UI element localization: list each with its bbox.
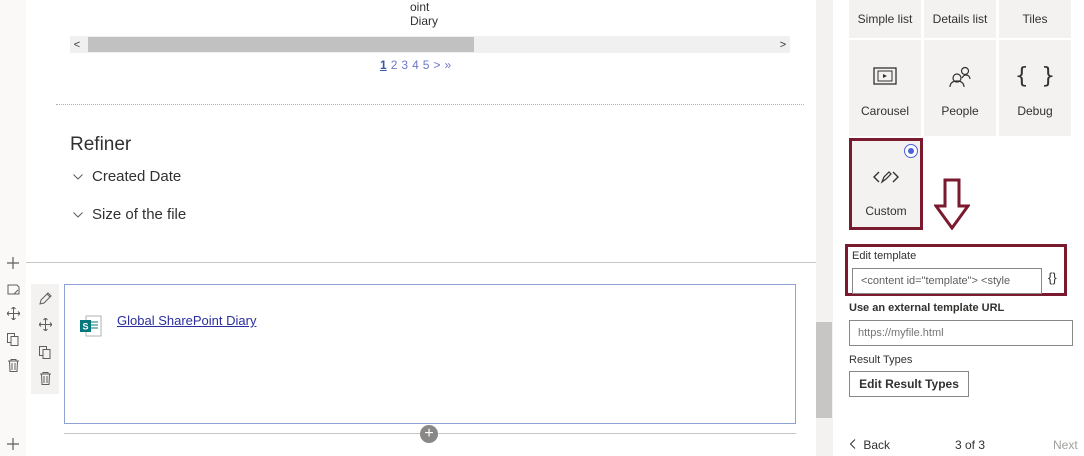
layout-label: People <box>941 104 979 118</box>
refiner-created-date[interactable]: Created Date <box>72 168 181 185</box>
vertical-scrollbar[interactable] <box>816 0 832 456</box>
layout-label: Carousel <box>860 104 910 118</box>
section-edit-icon[interactable] <box>5 281 21 297</box>
selected-radio <box>904 144 918 158</box>
page-count: 3 of 3 <box>955 438 986 452</box>
truncated-line-2: Diary <box>410 14 439 28</box>
braces-icon: { } <box>1015 64 1055 89</box>
move-icon[interactable] <box>5 305 21 321</box>
layout-tiles[interactable]: Tiles <box>999 0 1071 38</box>
page-link-4[interactable]: 4 <box>412 58 419 72</box>
chevron-down-icon <box>72 171 84 183</box>
add-webpart-button[interactable]: + <box>420 425 438 443</box>
section-separator <box>26 262 832 263</box>
back-button[interactable]: Back <box>849 438 890 452</box>
external-template-label: Use an external template URL <box>849 302 1005 314</box>
webpart-toolbar <box>31 284 59 394</box>
edit-template-label: Edit template <box>852 250 917 262</box>
page-link-2[interactable]: 2 <box>391 58 398 72</box>
sharepoint-icon: S <box>79 315 103 337</box>
chevron-down-icon <box>72 209 84 221</box>
section-toolbar <box>0 0 26 456</box>
page-link-5[interactable]: 5 <box>423 58 430 72</box>
add-section-icon[interactable] <box>5 255 21 271</box>
next-button[interactable]: Next <box>1053 438 1078 452</box>
refiner-title: Refiner <box>70 134 132 155</box>
back-label: Back <box>863 438 891 452</box>
search-results-webpart[interactable]: S Global SharePoint Diary <box>64 284 796 424</box>
page-canvas: oint Diary < > 1 2 3 4 5 > » Refiner Cre… <box>26 0 832 456</box>
pane-footer: Back 3 of 3 Next <box>833 436 1084 456</box>
layout-details-list[interactable]: Details list <box>924 0 996 38</box>
layout-people[interactable]: People <box>924 40 996 136</box>
annotation-arrow-down-icon <box>934 178 970 230</box>
result-types-label: Result Types <box>849 354 913 366</box>
edit-webpart-icon[interactable] <box>37 290 53 306</box>
external-template-url-input[interactable] <box>849 320 1073 346</box>
divider <box>56 104 804 105</box>
pagination: 1 2 3 4 5 > » <box>380 58 451 72</box>
page-link-3[interactable]: 3 <box>401 58 408 72</box>
layout-label: Custom <box>865 204 907 218</box>
code-edit-icon <box>852 169 920 190</box>
delete-icon[interactable] <box>5 357 21 373</box>
add-section-bottom-icon[interactable] <box>5 436 21 452</box>
layout-label: Debug <box>1017 104 1053 118</box>
carousel-icon <box>849 66 921 86</box>
truncated-result-title: oint Diary <box>410 0 438 28</box>
layout-custom[interactable]: Custom <box>849 138 923 230</box>
scroll-left-icon[interactable]: < <box>70 36 84 53</box>
next-page-icon[interactable]: > <box>433 58 440 72</box>
delete-webpart-icon[interactable] <box>37 370 53 386</box>
braces-icon[interactable]: {} <box>1048 270 1057 285</box>
scroll-right-icon[interactable]: > <box>776 36 790 53</box>
scroll-thumb[interactable] <box>88 37 474 52</box>
layout-simple-list[interactable]: Simple list <box>849 0 921 38</box>
duplicate-icon[interactable] <box>5 331 21 347</box>
layout-debug[interactable]: { } Debug <box>999 40 1071 136</box>
refiner-item-label: Created Date <box>92 168 182 185</box>
result-link[interactable]: Global SharePoint Diary <box>117 313 256 328</box>
duplicate-webpart-icon[interactable] <box>37 344 53 360</box>
svg-text:S: S <box>82 322 88 332</box>
edit-template-section: Edit template <content id="template"> <s… <box>845 244 1067 296</box>
truncated-line-1: oint <box>410 0 430 14</box>
people-icon <box>924 66 996 88</box>
refiner-file-size[interactable]: Size of the file <box>72 206 186 223</box>
refiner-item-label: Size of the file <box>92 206 187 223</box>
edit-result-types-button[interactable]: Edit Result Types <box>849 371 969 397</box>
chevron-left-icon <box>849 438 859 452</box>
last-page-icon[interactable]: » <box>444 58 451 72</box>
layout-carousel[interactable]: Carousel <box>849 40 921 136</box>
horizontal-scrollbar[interactable]: < > <box>70 36 790 53</box>
move-webpart-icon[interactable] <box>37 316 53 332</box>
page-link-1[interactable]: 1 <box>380 58 387 72</box>
edit-template-field[interactable]: <content id="template"> <style <box>852 268 1042 294</box>
vertical-scroll-thumb[interactable] <box>816 322 832 418</box>
